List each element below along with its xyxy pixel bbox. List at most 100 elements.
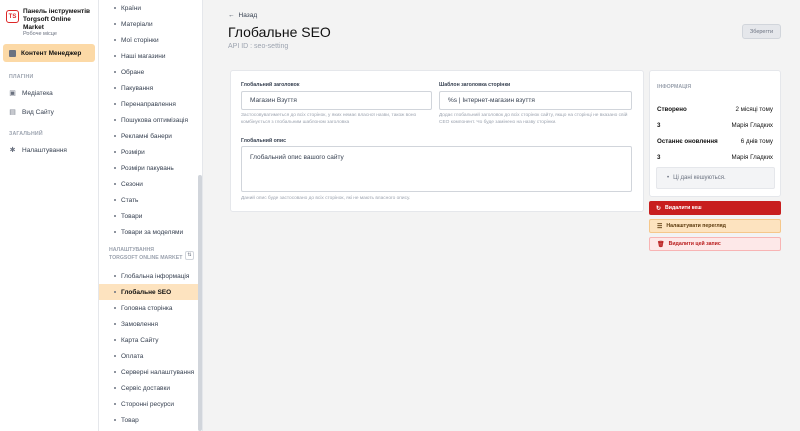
- info-updated-by-row: 3 Марія Гладких: [657, 154, 773, 161]
- nav-section-plugins: ПЛАГІНИ: [9, 74, 34, 80]
- brand-logo: TS: [6, 10, 19, 23]
- subnav-item[interactable]: Глобальна інформація: [99, 268, 202, 284]
- subnav-item[interactable]: Пошукова оптимізація: [99, 112, 202, 128]
- bullet-icon: [114, 275, 116, 277]
- collection-list: Країни Матеріали Мої сторінки Наші магазини…: [99, 0, 202, 240]
- updated-value: 6 днів тому: [740, 138, 773, 145]
- subnav-item[interactable]: Розміри: [99, 144, 202, 160]
- subnav-item[interactable]: Товар: [99, 412, 202, 428]
- cache-note-text: Ці дані кешуються.: [673, 175, 726, 181]
- subnav-item[interactable]: Глобальне SEO: [99, 284, 202, 300]
- delete-entry-label: Видалити цей запис: [668, 241, 721, 247]
- template-label: Шаблон заголовка сторінки: [439, 82, 511, 88]
- subnav-item[interactable]: Мої сторінки: [99, 32, 202, 48]
- content-manager-icon: [9, 49, 16, 57]
- bullet-icon: [114, 355, 116, 357]
- configure-view-button[interactable]: ☰ Налаштувати перегляд: [649, 219, 781, 233]
- subnav-item-label: Глобальне SEO: [121, 288, 172, 296]
- updated-by-id: 3: [657, 154, 661, 161]
- bullet-icon: [114, 135, 116, 137]
- subnav-item[interactable]: Країни: [99, 0, 202, 16]
- nav-item-media[interactable]: ▣ Медіатека: [0, 87, 98, 99]
- created-value: 2 місяці тому: [735, 106, 774, 113]
- delete-entry-button[interactable]: 🗑 Видалити цей запис: [649, 237, 781, 251]
- back-link[interactable]: ← Назад: [228, 12, 257, 19]
- group-label-line1: НАЛАШТУВАННЯ: [109, 247, 155, 254]
- subnav-item[interactable]: Карта Сайту: [99, 332, 202, 348]
- brand-title-line2: Torgsoft Online Market: [23, 15, 71, 31]
- gear-icon: ✱: [9, 146, 16, 154]
- bullet-icon: [114, 307, 116, 309]
- bullet-icon: [114, 23, 116, 25]
- subnav-item[interactable]: Стать: [99, 192, 202, 208]
- bullet-icon: [114, 323, 116, 325]
- subnav-item[interactable]: Товари за моделями: [99, 224, 202, 240]
- brand[interactable]: TS Панель інструментів Torgsoft Online M…: [0, 0, 98, 40]
- updated-label: Останнє оновлення: [657, 138, 718, 145]
- subnav-item-label: Розміри пакувань: [121, 164, 174, 172]
- subnav-item-label: Замовлення: [121, 320, 159, 328]
- global-title-input[interactable]: Магазин Взуття: [241, 91, 432, 110]
- subnav-item-label: Матеріали: [121, 20, 153, 28]
- collapse-icon[interactable]: ⇅: [185, 250, 194, 260]
- bullet-icon: [114, 419, 116, 421]
- template-help: Додає глобальний заголовок до всіх сторі…: [439, 113, 628, 126]
- subnav-item[interactable]: Товари: [99, 208, 202, 224]
- subnav-item[interactable]: Серверні налаштування: [99, 364, 202, 380]
- cache-note: • Ці дані кешуються.: [656, 167, 775, 189]
- nav-item-site-view[interactable]: ▤ Вид Сайту: [0, 106, 98, 118]
- subnav-item[interactable]: Розміри пакувань: [99, 160, 202, 176]
- subnav-item-label: Рекламні банери: [121, 132, 172, 140]
- bullet-icon: [114, 183, 116, 185]
- info-created-by-row: 3 Марія Гладких: [657, 122, 773, 129]
- page-title: Глобальне SEO: [228, 24, 331, 40]
- subnav-item-label: Товари за моделями: [121, 228, 184, 236]
- description-textarea[interactable]: Глобальний опис вашого сайту: [241, 146, 632, 192]
- subnav-item-label: Сервіс доставки: [121, 384, 170, 392]
- brand-subtitle: Робоче місце: [23, 31, 57, 38]
- subnav-item[interactable]: Пакування: [99, 80, 202, 96]
- info-panel: ІНФОРМАЦІЯ Створено 2 місяці тому 3 Марі…: [649, 70, 781, 197]
- subnav-item-label: Серверні налаштування: [121, 368, 195, 376]
- list-settings-icon: ☰: [657, 223, 663, 230]
- subnav-item[interactable]: Наші магазини: [99, 48, 202, 64]
- subnav-item[interactable]: Сезони: [99, 176, 202, 192]
- subnav-item[interactable]: Сервіс доставки: [99, 380, 202, 396]
- subnav-item[interactable]: Матеріали: [99, 16, 202, 32]
- nav-item-content-manager[interactable]: Контент Менеджер: [3, 44, 95, 62]
- template-input[interactable]: %s | Інтернет-магазин взуття: [439, 91, 632, 110]
- subnav-item-label: Мої сторінки: [121, 36, 159, 44]
- subnav-item[interactable]: Оплата: [99, 348, 202, 364]
- subnav-item-label: Сторонні ресурси: [121, 400, 175, 408]
- bullet-icon: [114, 151, 116, 153]
- subnav-item-label: Стать: [121, 196, 139, 204]
- bullet-icon: [114, 39, 116, 41]
- subnav-item[interactable]: Рекламні банери: [99, 128, 202, 144]
- bullet-icon: [114, 119, 116, 121]
- subnav-item[interactable]: Головна сторінка: [99, 300, 202, 316]
- nav-item-label: Контент Менеджер: [21, 49, 82, 57]
- bullet-icon: [114, 371, 116, 373]
- layout-icon: ▤: [9, 108, 16, 116]
- arrow-left-icon: ←: [228, 12, 235, 19]
- info-circle-icon: •: [667, 175, 670, 181]
- brand-title-line1: Панель інструментів: [23, 8, 91, 15]
- subnav-item-label: Обране: [121, 68, 145, 76]
- nav-section-general: ЗАГАЛЬНИЙ: [9, 131, 43, 137]
- nav-item-label: Налаштування: [22, 146, 67, 154]
- subnav-item[interactable]: Перенаправлення: [99, 96, 202, 112]
- nav-item-settings[interactable]: ✱ Налаштування: [0, 144, 98, 156]
- save-button[interactable]: Зберегти: [742, 24, 781, 39]
- subnav-item-label: Наші магазини: [121, 52, 166, 60]
- delete-cache-button[interactable]: ↻ Видалити кеш: [649, 201, 781, 215]
- subnav-item[interactable]: Замовлення: [99, 316, 202, 332]
- delete-cache-label: Видалити кеш: [665, 205, 702, 211]
- subnav-item-label: Головна сторінка: [121, 304, 173, 312]
- updated-by-name: Марія Гладких: [731, 154, 773, 161]
- subnav-item[interactable]: Сторонні ресурси: [99, 396, 202, 412]
- subnav-item[interactable]: Обране: [99, 64, 202, 80]
- secondary-sidebar: Країни Матеріали Мої сторінки Наші магазини…: [99, 0, 203, 431]
- back-link-label: Назад: [238, 12, 258, 19]
- sidebar-scrollbar[interactable]: [198, 175, 202, 431]
- primary-sidebar: TS Панель інструментів Torgsoft Online M…: [0, 0, 99, 431]
